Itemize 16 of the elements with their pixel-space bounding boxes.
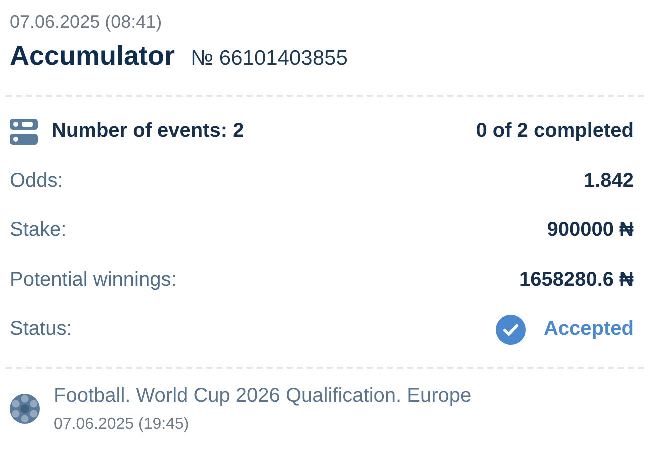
status-label: Status: <box>10 318 72 342</box>
status-value: Accepted <box>544 318 634 342</box>
row-label: Stake: <box>10 219 67 242</box>
bet-type: Accumulator <box>10 41 176 72</box>
row-value: 1658280.6 ₦ <box>519 268 634 292</box>
bet-date: 07.06.2025 (08:41) <box>10 11 164 34</box>
event-title[interactable]: Football. World Cup 2026 Qualification. Europe <box>54 384 472 408</box>
list-icon <box>10 118 38 145</box>
row-value: 1.842 <box>584 170 634 193</box>
event-date: 07.06.2025 (19:45) <box>54 416 190 434</box>
events-count: Number of events: 2 <box>52 120 244 144</box>
football-icon <box>10 394 40 424</box>
row-value: 900000 ₦ <box>547 219 634 242</box>
row-label: Odds: <box>10 170 64 193</box>
bet-number: № 66101403855 <box>191 47 348 71</box>
row-label: Potential winnings: <box>10 268 177 292</box>
